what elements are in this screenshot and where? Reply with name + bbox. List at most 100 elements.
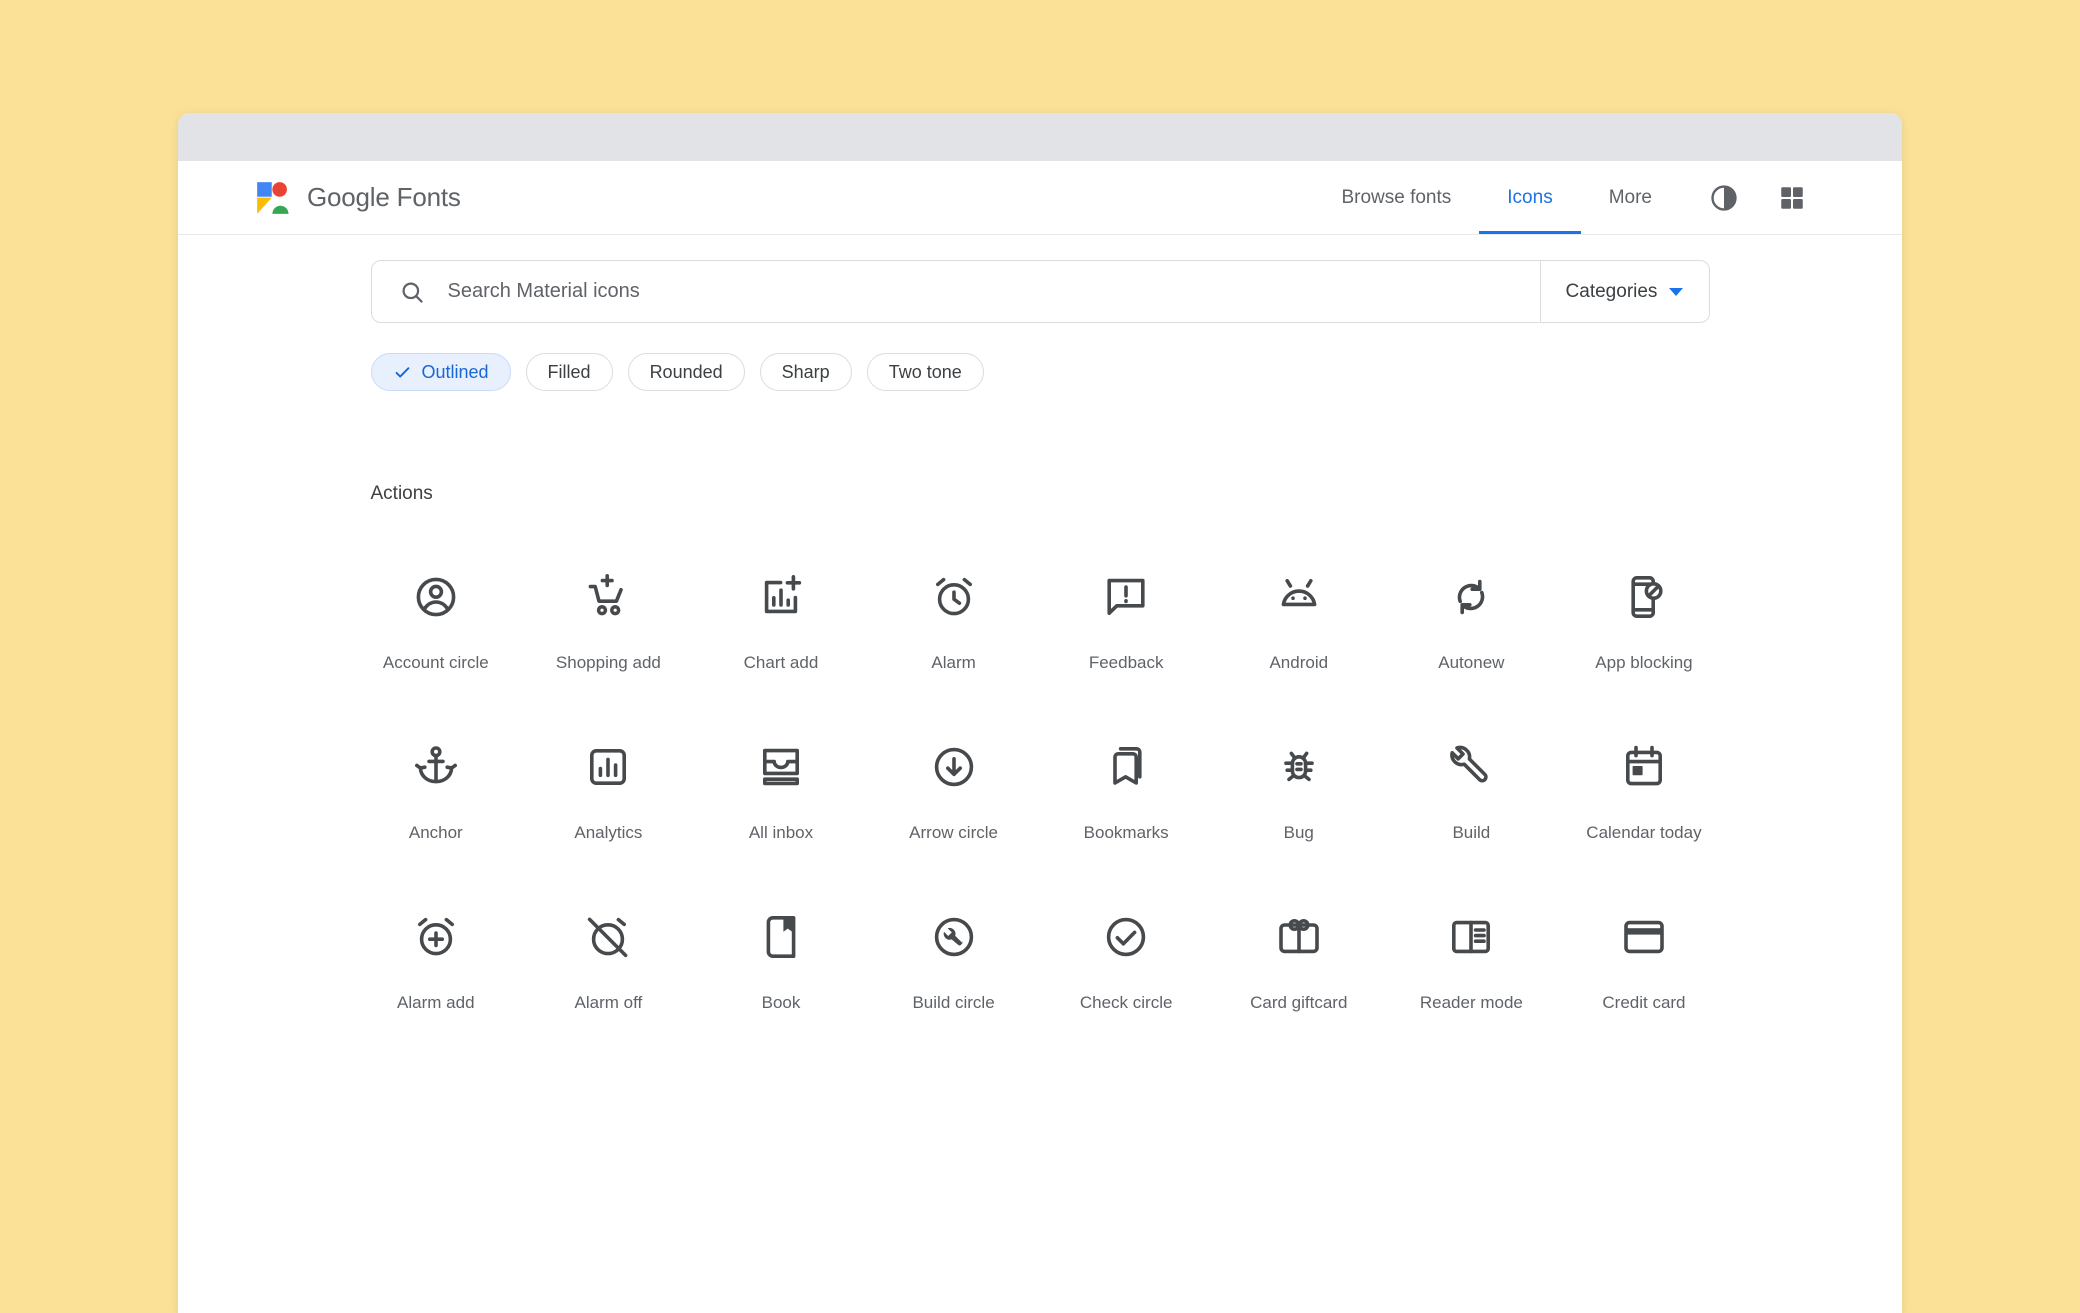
icon-label: Alarm off [575,993,643,1013]
bookmarks-icon [1102,743,1150,791]
chart-add-icon [757,573,805,621]
icon-label: Analytics [574,823,642,843]
icon-cell-bookmarks[interactable]: Bookmarks [1040,699,1213,869]
section-title: Actions [371,483,1710,505]
alarm-icon [930,573,978,621]
icon-label: Alarm [931,653,975,673]
icon-cell-chart-add[interactable]: Chart add [695,529,868,699]
icon-label: All inbox [749,823,813,843]
analytics-icon [584,743,632,791]
icon-cell-credit-card[interactable]: Credit card [1558,869,1731,1039]
app-header: Google Fonts Browse fonts Icons More [178,161,1902,235]
filter-chip-outlined[interactable]: Outlined [371,353,511,391]
primary-nav: Browse fonts Icons More [1313,161,1680,234]
icon-label: Reader mode [1420,993,1523,1013]
search-bar: Categories [371,260,1710,323]
apps-grid-icon[interactable] [1770,176,1814,220]
icon-label: Build circle [912,993,994,1013]
icon-cell-shopping-add[interactable]: Shopping add [522,529,695,699]
icon-label: Anchor [409,823,463,843]
chevron-down-icon [1669,288,1683,296]
app-blocking-icon [1620,573,1668,621]
icon-label: Credit card [1602,993,1685,1013]
arrow-circle-icon [930,743,978,791]
chip-label: Filled [548,362,591,383]
browser-chrome-bar [178,113,1902,161]
categories-label: Categories [1566,281,1658,303]
icon-cell-calendar-today[interactable]: Calendar today [1558,699,1731,869]
check-circle-icon [1102,913,1150,961]
icon-label: Alarm add [397,993,474,1013]
icon-cell-app-blocking[interactable]: App blocking [1558,529,1731,699]
icon-cell-alarm-add[interactable]: Alarm add [350,869,523,1039]
icon-label: App blocking [1595,653,1692,673]
autonew-icon [1447,573,1495,621]
bug-icon [1275,743,1323,791]
icon-cell-reader-mode[interactable]: Reader mode [1385,869,1558,1039]
app-window: Google Fonts Browse fonts Icons More [178,113,1902,1313]
icon-cell-analytics[interactable]: Analytics [522,699,695,869]
icon-cell-build-circle[interactable]: Build circle [867,869,1040,1039]
all-inbox-icon [757,743,805,791]
icon-label: Build [1452,823,1490,843]
alarm-off-icon [584,913,632,961]
chip-label: Sharp [782,362,830,383]
icon-label: Bug [1284,823,1314,843]
icon-label: Android [1269,653,1328,673]
icon-cell-alarm-off[interactable]: Alarm off [522,869,695,1039]
icon-cell-arrow-circle[interactable]: Arrow circle [867,699,1040,869]
icon-cell-build[interactable]: Build [1385,699,1558,869]
icon-cell-check-circle[interactable]: Check circle [1040,869,1213,1039]
icon-cell-autonew[interactable]: Autonew [1385,529,1558,699]
dark-mode-toggle-icon[interactable] [1702,176,1746,220]
filter-chip-sharp[interactable]: Sharp [760,353,852,391]
icon-cell-card-giftcard[interactable]: Card giftcard [1212,869,1385,1039]
icon-label: Feedback [1089,653,1164,673]
icon-cell-alarm[interactable]: Alarm [867,529,1040,699]
icon-cell-android[interactable]: Android [1212,529,1385,699]
categories-dropdown[interactable]: Categories [1540,261,1709,322]
icon-label: Autonew [1438,653,1504,673]
alarm-add-icon [412,913,460,961]
filter-chip-two-tone[interactable]: Two tone [867,353,984,391]
build-circle-icon [930,913,978,961]
icon-label: Calendar today [1586,823,1701,843]
google-fonts-logo[interactable]: Google Fonts [254,161,461,234]
search-input[interactable] [446,260,1540,323]
icon-cell-feedback[interactable]: Feedback [1040,529,1213,699]
filter-chips: Outlined Filled Rounded Sharp Two tone [371,353,1710,391]
icon-cell-all-inbox[interactable]: All inbox [695,699,868,869]
icon-label: Bookmarks [1084,823,1169,843]
icon-label: Account circle [383,653,489,673]
icon-label: Card giftcard [1250,993,1347,1013]
icons-grid: Account circle Shopping add Chart add Alarm… [350,529,1731,1039]
icon-label: Check circle [1080,993,1173,1013]
book-icon [757,913,805,961]
card-giftcard-icon [1275,913,1323,961]
filter-chip-rounded[interactable]: Rounded [628,353,745,391]
filter-chip-filled[interactable]: Filled [526,353,613,391]
icon-cell-bug[interactable]: Bug [1212,699,1385,869]
chip-label: Rounded [650,362,723,383]
icon-label: Arrow circle [909,823,998,843]
icon-cell-account-circle[interactable]: Account circle [350,529,523,699]
icon-cell-book[interactable]: Book [695,869,868,1039]
anchor-icon [412,743,460,791]
icon-label: Book [762,993,801,1013]
check-icon [393,363,412,382]
credit-card-icon [1620,913,1668,961]
nav-more[interactable]: More [1581,161,1680,234]
icon-label: Chart add [744,653,819,673]
nav-browse-fonts[interactable]: Browse fonts [1313,161,1479,234]
chip-label: Outlined [422,362,489,383]
build-icon [1447,743,1495,791]
reader-mode-icon [1447,913,1495,961]
calendar-today-icon [1620,743,1668,791]
search-icon [398,278,426,306]
icon-cell-anchor[interactable]: Anchor [350,699,523,869]
chip-label: Two tone [889,362,962,383]
nav-icons[interactable]: Icons [1479,161,1580,234]
icon-label: Shopping add [556,653,661,673]
logo-text: Google Fonts [307,182,461,213]
android-icon [1275,573,1323,621]
